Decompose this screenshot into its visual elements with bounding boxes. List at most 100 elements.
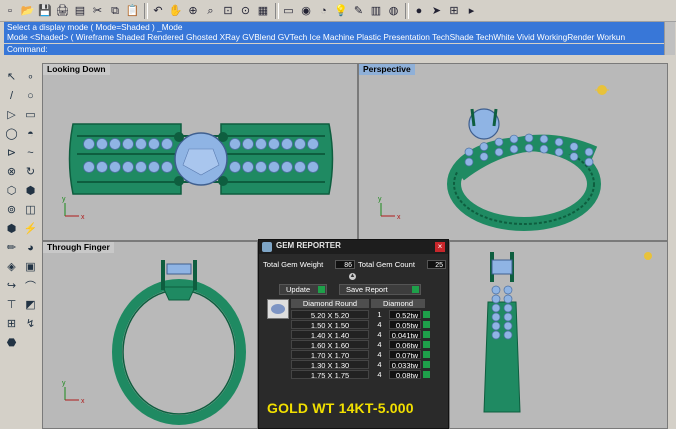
palette-tool-22-icon[interactable]: ▣ (22, 258, 39, 275)
palette-tool-3-icon[interactable]: / (3, 87, 20, 104)
palette-tool-12-icon[interactable]: ↻ (22, 163, 39, 180)
gem-reporter-panel: GEM REPORTER × Total Gem Weight 86 Total… (258, 239, 449, 429)
viewport-title-looking-down[interactable]: Looking Down (43, 64, 110, 75)
open-file-icon[interactable]: 📂 (20, 3, 36, 19)
palette-tool-15-icon[interactable]: ⊚ (3, 201, 20, 218)
ring-top-view: x y (62, 123, 334, 221)
palette-tool-21-icon[interactable]: ◈ (3, 258, 20, 275)
palette-tool-6-icon[interactable]: ▭ (22, 106, 39, 123)
zoom-all-icon[interactable]: ⊙ (238, 3, 254, 19)
palette-tool-10-icon[interactable]: ~ (22, 144, 39, 161)
copy-icon[interactable]: ⧉ (107, 3, 123, 19)
go-icon[interactable] (423, 361, 430, 368)
palette-tool-25-icon[interactable]: ⊤ (3, 296, 20, 313)
gem-row[interactable]: 1.70 X 1.70 4 0.07tw (291, 350, 443, 360)
gem-row[interactable]: 5.20 X 5.20 1 0.52tw (291, 310, 443, 320)
cut-icon[interactable]: ✂ (90, 3, 106, 19)
palette-tool-11-icon[interactable]: ⊗ (3, 163, 20, 180)
pan-icon[interactable]: ✋ (168, 3, 184, 19)
go-icon[interactable] (423, 341, 430, 348)
command-prompt[interactable]: Command: (4, 44, 664, 55)
palette-tool-1-icon[interactable]: ↖ (3, 68, 20, 85)
expand-icon[interactable]: ▲ (349, 273, 356, 280)
shaded-sphere-icon[interactable]: ● (411, 3, 427, 19)
command-history-scrollbar[interactable] (664, 22, 675, 55)
gem-reporter-titlebar[interactable]: GEM REPORTER × (259, 240, 448, 254)
close-icon[interactable]: × (435, 242, 445, 252)
toolbar-separator (144, 2, 148, 19)
palette-tool-5-icon[interactable]: ▷ (3, 106, 20, 123)
palette-tool-13-icon[interactable]: ⬡ (3, 182, 20, 199)
side-stone (281, 161, 293, 173)
palette-tool-14-icon[interactable]: ⬢ (22, 182, 39, 199)
palette-tool-27-icon[interactable]: ⊞ (3, 315, 20, 332)
gem-row[interactable]: 1.50 X 1.50 4 0.05tw (291, 320, 443, 330)
side-stone (464, 147, 474, 157)
print-icon[interactable]: 🖨 (55, 3, 71, 19)
palette-tool-7-icon[interactable]: ◯ (3, 125, 20, 142)
viewport-looking-down[interactable]: Looking Down x y (42, 63, 358, 241)
gem-qty: 4 (377, 340, 382, 349)
side-stone (122, 138, 134, 150)
palette-tool-23-icon[interactable]: ↪ (3, 277, 20, 294)
more-icon[interactable]: ▸ (464, 3, 480, 19)
grid-tools-icon[interactable]: ⊞ (446, 3, 462, 19)
palette-tool-28-icon[interactable]: ↯ (22, 315, 39, 332)
palette-tool-19-icon[interactable]: ✏ (3, 239, 20, 256)
save-report-button[interactable]: Save Report (339, 284, 421, 295)
command-history-line-1: Select a display mode ( Mode=Shaded ) _M… (7, 22, 183, 32)
palette-tool-9-icon[interactable]: ⊳ (3, 144, 20, 161)
palette-tool-20-icon[interactable]: ◕ (22, 239, 39, 256)
eye-icon[interactable]: ◉ (298, 3, 314, 19)
go-icon[interactable] (423, 321, 430, 328)
car-shape-icon[interactable]: ▭ (281, 3, 297, 19)
palette-tool-26-icon[interactable]: ◩ (22, 296, 39, 313)
gem-thumbnail (267, 299, 289, 319)
gem-qty: 4 (377, 360, 382, 369)
go-icon[interactable] (423, 371, 430, 378)
undo-icon[interactable]: ↶ (150, 3, 166, 19)
palette-tool-8-icon[interactable]: ◓ (22, 125, 39, 142)
palette-tool-24-icon[interactable]: ⌒ (22, 277, 39, 294)
zoom-extents-icon[interactable]: ⊡ (220, 3, 236, 19)
gem-row[interactable]: 1.60 X 1.60 4 0.06tw (291, 340, 443, 350)
save-file-icon[interactable]: 💾 (37, 3, 53, 19)
palette-tool-16-icon[interactable]: ◫ (22, 201, 39, 218)
render-box-icon[interactable]: ▥ (368, 3, 384, 19)
render-sphere-icon[interactable]: ◍ (386, 3, 402, 19)
viewport-title-through-finger[interactable]: Through Finger (43, 242, 114, 253)
paste-icon[interactable]: 📋 (125, 3, 141, 19)
save-as-icon[interactable]: ▤ (72, 3, 88, 19)
go-icon[interactable] (423, 331, 430, 338)
go-icon[interactable] (423, 311, 430, 318)
viewport-side[interactable] (449, 241, 668, 429)
update-button[interactable]: Update (279, 284, 327, 295)
palette-tool-4-icon[interactable]: ○ (22, 87, 39, 104)
viewport-through-finger[interactable]: Through Finger x y (42, 241, 258, 429)
four-viewports-icon[interactable]: ▦ (255, 3, 271, 19)
gem-row[interactable]: 1.30 X 1.30 4 0.033tw (291, 360, 443, 370)
palette-tool-2-icon[interactable]: ∘ (22, 68, 39, 85)
side-stone (307, 161, 319, 173)
gem-row[interactable]: 1.40 X 1.40 4 0.041tw (291, 330, 443, 340)
lightbulb-icon[interactable]: 💡 (333, 3, 349, 19)
axis-x-label: x (81, 214, 85, 221)
zoom-window-icon[interactable]: ⊕ (185, 3, 201, 19)
palette-tool-18-icon[interactable]: ⚡ (22, 220, 39, 237)
side-stone (242, 138, 254, 150)
palette-tool-17-icon[interactable]: ⬢ (3, 220, 20, 237)
palette-tool-29-icon[interactable]: ⬣ (3, 334, 20, 351)
viewport-perspective[interactable]: Perspective x y (358, 63, 668, 241)
viewport-title-perspective[interactable]: Perspective (359, 64, 415, 75)
gem-qty: 4 (377, 370, 382, 379)
side-stone (584, 157, 594, 167)
pen-icon[interactable]: ✎ (351, 3, 367, 19)
new-file-icon[interactable]: ▫ (2, 3, 18, 19)
tool-palette: ↖ ∘ / ○ ▷ ▭ ◯ ◓ ⊳ ~ ⊗ ↻ ⬡ ⬢ ⊚ ◫ ⬢ ⚡ ✏ ◕ ◈ ▣ ↪ ⌒ ⊤ ◩ ⊞ ↯ ⬣ (0, 64, 42, 349)
gem-row[interactable]: 1.75 X 1.75 4 0.08tw (291, 370, 443, 380)
go-icon[interactable] (423, 351, 430, 358)
side-stone (569, 142, 579, 151)
arrow-select-icon[interactable]: ➤ (429, 3, 445, 19)
lasso-icon[interactable]: ◔ (316, 3, 332, 19)
zoom-dynamic-icon[interactable]: ⌕ (203, 3, 219, 19)
